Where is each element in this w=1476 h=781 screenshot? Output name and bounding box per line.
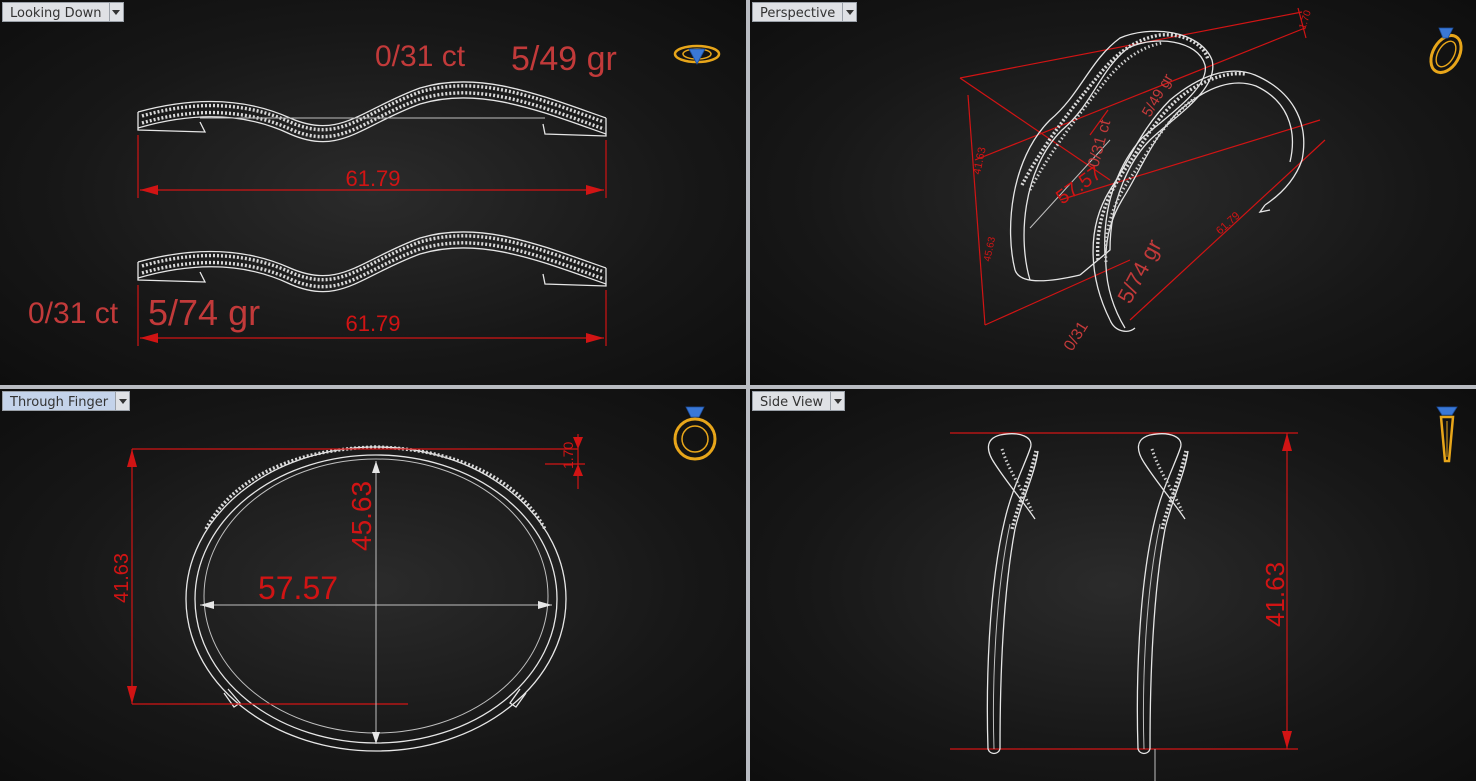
viewport-title: Through Finger	[2, 391, 116, 411]
chevron-down-icon	[112, 9, 121, 15]
through-finger-width-label: 57.57	[258, 570, 338, 606]
chevron-down-icon	[118, 398, 127, 404]
view-ring-perspective-icon[interactable]	[1426, 18, 1470, 78]
through-finger-drawing: 41.63 45.63 57.57 1.70	[111, 434, 585, 752]
lower-carat-label: 0/31 ct	[28, 297, 119, 330]
viewport-menu-dropdown[interactable]	[842, 2, 858, 22]
view-ring-top-icon[interactable]	[672, 40, 722, 70]
viewport-menu-dropdown[interactable]	[115, 391, 131, 411]
viewport-menu-dropdown[interactable]	[108, 2, 124, 22]
viewport-tab-through-finger[interactable]: Through Finger	[2, 391, 131, 411]
perspective-drawing: 41.63 57.57 61.79 1.70 45.63 0/31 ct 5/4…	[959, 7, 1326, 355]
view-ring-side-icon[interactable]	[1432, 401, 1462, 471]
viewport-tab-side-view[interactable]: Side View	[752, 391, 846, 411]
upper-bangle-wireframe	[137, 81, 607, 143]
side-view-drawing: 41.63	[950, 432, 1298, 781]
perspective-height-label: 41.63	[971, 146, 988, 175]
looking-down-drawing: 61.79 0/31 ct 5/49 gr 61.79 0/31 ct 5/74…	[28, 40, 617, 346]
upper-length-label: 61.79	[345, 166, 400, 191]
viewport-perspective[interactable]: Perspective 41.63 57.57 61.79 1.70 45.63	[750, 0, 1476, 385]
through-finger-inner-height-label: 45.63	[346, 481, 377, 551]
perspective-bottom-carat-label: 0/31	[1061, 319, 1092, 355]
viewport-title: Side View	[752, 391, 831, 411]
through-finger-thickness-label: 1.70	[560, 442, 576, 469]
viewport-side-view[interactable]: Side View 41.63	[750, 389, 1476, 781]
viewport-menu-dropdown[interactable]	[830, 391, 846, 411]
viewport-title: Perspective	[752, 2, 843, 22]
lower-length-label: 61.79	[345, 311, 400, 336]
viewport-tab-perspective[interactable]: Perspective	[752, 2, 858, 22]
lower-weight-label: 5/74 gr	[148, 292, 260, 333]
upper-weight-label: 5/49 gr	[511, 40, 617, 78]
viewport-title: Looking Down	[2, 2, 109, 22]
side-view-height-label: 41.63	[1260, 562, 1290, 627]
viewport-looking-down[interactable]: Looking Down 61.79 0/31 ct 5/49 gr 61.79…	[0, 0, 746, 385]
viewport-through-finger[interactable]: Through Finger 41.63 45.63 57.57 1.70	[0, 389, 746, 781]
chevron-down-icon	[833, 398, 842, 404]
perspective-width-label: 57.57	[1052, 162, 1106, 209]
upper-carat-label: 0/31 ct	[375, 40, 466, 73]
perspective-bottom-weight-label: 5/74 gr	[1112, 235, 1166, 307]
perspective-side-label: 45.63	[982, 235, 998, 262]
through-finger-height-label: 41.63	[111, 553, 133, 603]
perspective-carat-label: 0/31 ct	[1085, 118, 1114, 169]
view-ring-front-icon[interactable]	[670, 401, 722, 463]
left-profile-wireframe	[986, 433, 1039, 755]
lower-bangle-wireframe	[137, 231, 607, 293]
viewport-tab-looking-down[interactable]: Looking Down	[2, 2, 124, 22]
perspective-length-label: 61.79	[1214, 210, 1242, 237]
chevron-down-icon	[845, 9, 854, 15]
right-profile-wireframe	[1136, 433, 1189, 755]
